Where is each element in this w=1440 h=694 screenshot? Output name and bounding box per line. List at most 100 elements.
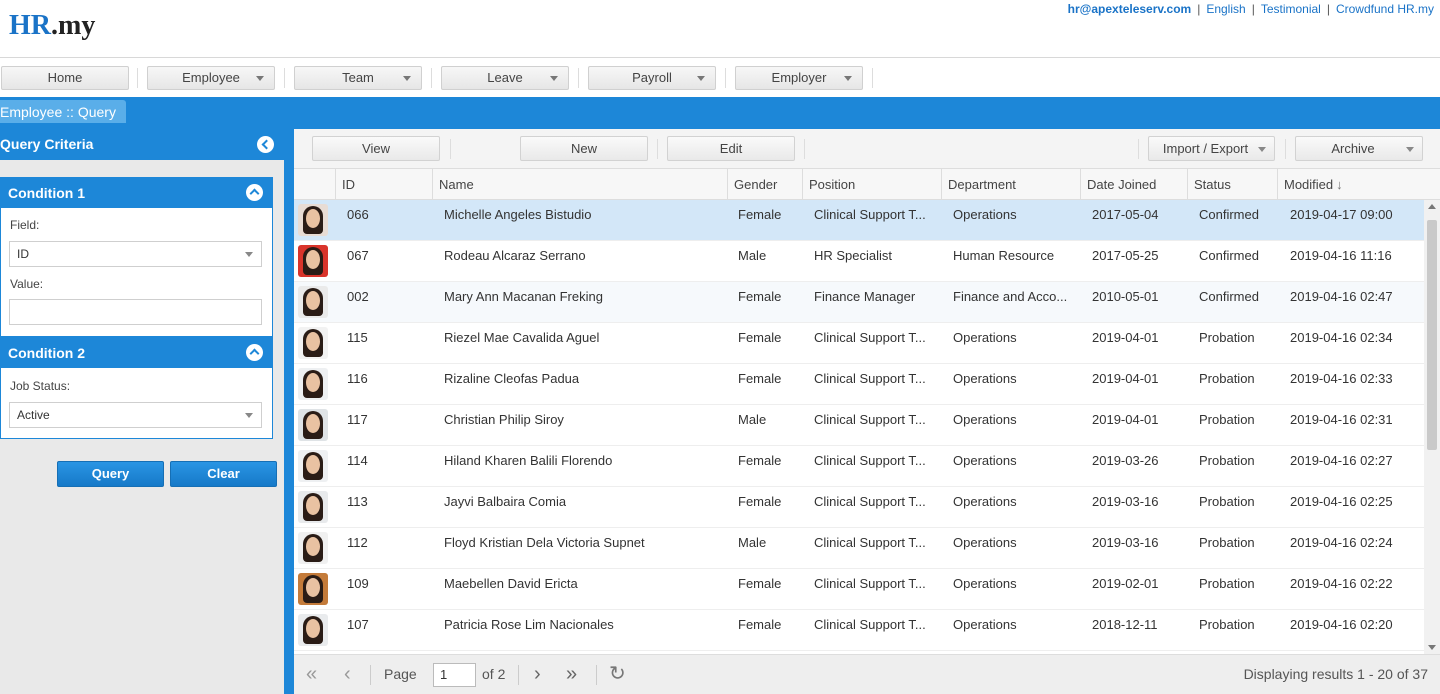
cell-gender: Female bbox=[738, 453, 782, 468]
toolbar-divider bbox=[1138, 139, 1139, 159]
edit-button[interactable]: Edit bbox=[667, 136, 795, 161]
cell-date-joined: 2017-05-04 bbox=[1092, 207, 1159, 222]
cell-department: Operations bbox=[953, 371, 1017, 386]
value-input[interactable] bbox=[9, 299, 262, 325]
menu-employee[interactable]: Employee bbox=[147, 66, 275, 90]
table-row[interactable]: 066 Michelle Angeles Bistudio Female Clinic… bbox=[294, 200, 1424, 241]
double-chevron-left-icon[interactable]: « bbox=[306, 663, 317, 685]
chevron-down-icon bbox=[697, 76, 705, 81]
page-title: Employee :: Query bbox=[0, 104, 116, 120]
field-label: Field: bbox=[10, 218, 40, 232]
cell-gender: Female bbox=[738, 289, 782, 304]
condition-2-header: Condition 2 bbox=[1, 338, 272, 368]
new-button[interactable]: New bbox=[520, 136, 648, 161]
column-header-status[interactable]: Status bbox=[1187, 169, 1277, 200]
query-button[interactable]: Query bbox=[57, 461, 164, 487]
cell-position: Clinical Support T... bbox=[814, 576, 926, 591]
vertical-scrollbar[interactable] bbox=[1424, 200, 1440, 654]
column-header-modified[interactable]: Modified ↓ bbox=[1277, 169, 1424, 200]
column-header-date-joined[interactable]: Date Joined bbox=[1080, 169, 1187, 200]
column-id-label: ID bbox=[342, 177, 355, 192]
table-row[interactable]: 109 Maebellen David Ericta Female Clinical … bbox=[294, 569, 1424, 610]
column-header-gender[interactable]: Gender bbox=[727, 169, 802, 200]
sort-descending-icon[interactable]: ↓ bbox=[1336, 169, 1343, 200]
menu-payroll[interactable]: Payroll bbox=[588, 66, 716, 90]
page-number-input[interactable]: 1 bbox=[433, 663, 476, 687]
double-chevron-right-icon[interactable]: » bbox=[566, 663, 577, 685]
table-row[interactable]: 067 Rodeau Alcaraz Serrano Male HR Speciali… bbox=[294, 241, 1424, 282]
table-row[interactable]: 002 Mary Ann Macanan Freking Female Finance… bbox=[294, 282, 1424, 323]
photo-face bbox=[306, 578, 320, 597]
table-row[interactable]: 112 Floyd Kristian Dela Victoria Supnet Ma… bbox=[294, 528, 1424, 569]
table-row[interactable]: 116 Rizaline Cleofas Padua Female Clinical … bbox=[294, 364, 1424, 405]
cell-modified: 2019-04-16 02:47 bbox=[1290, 289, 1393, 304]
table-row[interactable]: 115 Riezel Mae Cavalida Aguel Female Clinic… bbox=[294, 323, 1424, 364]
cell-status: Confirmed bbox=[1199, 207, 1259, 222]
collapse-left-icon[interactable] bbox=[257, 136, 274, 153]
cell-department: Operations bbox=[953, 617, 1017, 632]
app-logo[interactable]: HR.my bbox=[9, 10, 95, 42]
refresh-icon[interactable]: ↻ bbox=[609, 663, 626, 685]
collapse-up-icon[interactable] bbox=[246, 184, 263, 201]
condition-1-box: Condition 1 Field: ID Value: bbox=[0, 177, 273, 337]
view-button[interactable]: View bbox=[312, 136, 440, 161]
cell-status: Probation bbox=[1199, 535, 1255, 550]
column-header-department[interactable]: Department bbox=[941, 169, 1080, 200]
chevron-right-icon[interactable]: › bbox=[534, 663, 541, 685]
archive-button[interactable]: Archive bbox=[1295, 136, 1423, 161]
testimonial-link[interactable]: Testimonial bbox=[1261, 2, 1321, 16]
column-header-position[interactable]: Position bbox=[802, 169, 941, 200]
import-export-label: Import / Export bbox=[1162, 141, 1249, 156]
language-link[interactable]: English bbox=[1206, 2, 1245, 16]
employee-photo bbox=[298, 368, 328, 400]
cell-position: Clinical Support T... bbox=[814, 330, 926, 345]
table-row[interactable]: 117 Christian Philip Siroy Male Clinical Su… bbox=[294, 405, 1424, 446]
top-links: hr@apexteleserv.com | English | Testimonial |… bbox=[1068, 2, 1434, 16]
scroll-up-icon[interactable] bbox=[1428, 204, 1436, 209]
photo-face bbox=[306, 291, 320, 310]
cell-name: Riezel Mae Cavalida Aguel bbox=[444, 330, 600, 345]
toolbar-divider bbox=[1285, 139, 1286, 159]
cell-gender: Female bbox=[738, 494, 782, 509]
page-title-bar bbox=[0, 97, 1440, 123]
link-separator: | bbox=[1251, 2, 1255, 16]
main-menu: Home Employee Team Leave Payroll Employe… bbox=[0, 59, 1440, 97]
grid-header: ID Name Gender Position Department Date … bbox=[294, 169, 1440, 200]
menu-team[interactable]: Team bbox=[294, 66, 422, 90]
cell-department: Operations bbox=[953, 412, 1017, 427]
table-row[interactable]: 107 Patricia Rose Lim Nacionales Female Cli… bbox=[294, 610, 1424, 651]
crowdfund-link[interactable]: Crowdfund HR.my bbox=[1336, 2, 1434, 16]
cell-id: 113 bbox=[347, 494, 368, 509]
grid-toolbar: View New Edit Import / Export Archive bbox=[294, 129, 1440, 169]
column-header-id[interactable]: ID bbox=[335, 169, 432, 200]
cell-id: 114 bbox=[347, 453, 368, 468]
menu-home[interactable]: Home bbox=[1, 66, 129, 90]
clear-button[interactable]: Clear bbox=[170, 461, 277, 487]
scroll-thumb[interactable] bbox=[1427, 220, 1437, 450]
cell-position: Clinical Support T... bbox=[814, 371, 926, 386]
job-status-select[interactable]: Active bbox=[9, 402, 262, 428]
column-department-label: Department bbox=[948, 177, 1016, 192]
cell-modified: 2019-04-17 09:00 bbox=[1290, 207, 1393, 222]
collapse-up-icon[interactable] bbox=[246, 344, 263, 361]
panel-splitter[interactable] bbox=[284, 129, 294, 694]
chevron-down-icon bbox=[550, 76, 558, 81]
cell-position: Clinical Support T... bbox=[814, 617, 926, 632]
page-title-tab[interactable]: Employee :: Query bbox=[0, 100, 126, 123]
import-export-button[interactable]: Import / Export bbox=[1148, 136, 1275, 161]
cell-department: Operations bbox=[953, 453, 1017, 468]
table-row[interactable]: 113 Jayvi Balbaira Comia Female Clinical Su… bbox=[294, 487, 1424, 528]
cell-modified: 2019-04-16 11:16 bbox=[1290, 248, 1392, 263]
column-header-name[interactable]: Name bbox=[432, 169, 727, 200]
menu-employer[interactable]: Employer bbox=[735, 66, 863, 90]
menu-leave[interactable]: Leave bbox=[441, 66, 569, 90]
email-link[interactable]: hr@apexteleserv.com bbox=[1068, 2, 1192, 16]
table-row[interactable]: 114 Hiland Kharen Balili Florendo Female Cl… bbox=[294, 446, 1424, 487]
photo-face bbox=[306, 332, 320, 351]
chevron-down-icon bbox=[1258, 147, 1266, 152]
cell-date-joined: 2019-03-26 bbox=[1092, 453, 1159, 468]
scroll-down-icon[interactable] bbox=[1428, 645, 1436, 650]
chevron-left-icon[interactable]: ‹ bbox=[344, 663, 351, 685]
header: HR.my hr@apexteleserv.com | English | Testim… bbox=[0, 0, 1440, 58]
field-select[interactable]: ID bbox=[9, 241, 262, 267]
